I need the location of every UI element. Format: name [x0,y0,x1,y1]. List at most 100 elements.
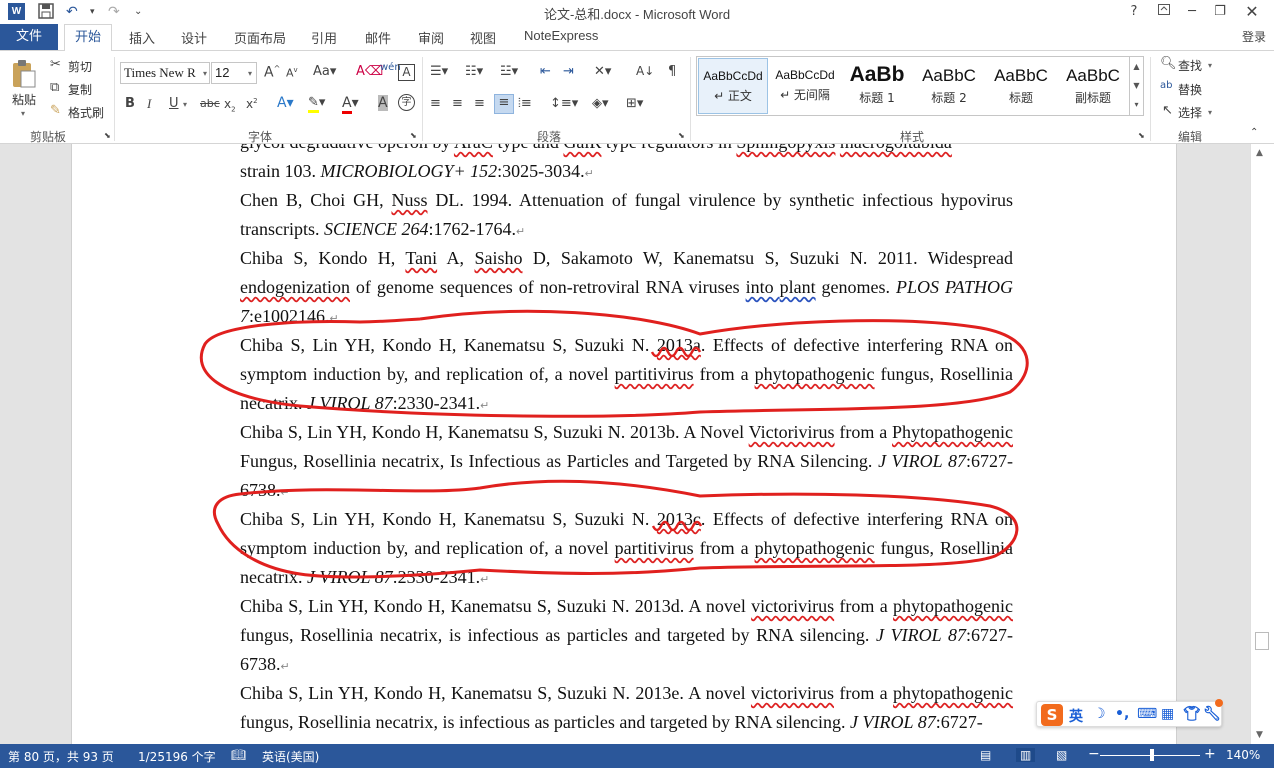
minimize-icon[interactable]: ─ [1180,2,1204,22]
tab-review[interactable]: 审阅 [418,28,444,47]
bold-icon[interactable]: B [125,96,135,111]
web-layout-icon[interactable]: ▧ [1056,748,1067,762]
font-size-dropdown-icon[interactable]: ▾ [248,69,252,78]
justify-icon[interactable]: ≡ [494,94,514,114]
reference-paragraph[interactable]: Chiba S, Kondo H, Tani A, Saisho D, Saka… [240,244,1013,334]
underline-icon[interactable]: U [169,96,179,111]
reference-paragraph[interactable]: glycol degradative operon by AraC type a… [240,144,1013,189]
sogou-logo-icon[interactable]: S [1041,704,1063,726]
find-dropdown-icon[interactable]: ▾ [1208,61,1212,70]
copy-button[interactable]: 复制 [68,81,92,98]
underline-dropdown-icon[interactable]: ▾ [183,100,187,109]
align-left-icon[interactable]: ≡ [430,96,441,111]
read-mode-icon[interactable]: ▤ [980,748,991,762]
zoom-level[interactable]: 140% [1226,748,1260,762]
align-center-icon[interactable]: ≡ [452,96,463,111]
line-spacing-icon[interactable]: ↕≡▾ [550,96,578,111]
help-button[interactable]: ? [1122,2,1146,22]
sort-icon[interactable]: A↓ [636,64,654,78]
subscript-icon[interactable]: x2 [224,97,236,113]
tab-mailings[interactable]: 邮件 [365,28,391,47]
borders-icon[interactable]: ⊞▾ [626,96,643,111]
print-layout-icon[interactable]: ▥ [1016,748,1036,762]
shrink-font-icon[interactable]: Av [286,66,298,80]
close-icon[interactable]: ✕ [1240,2,1264,22]
change-case-icon[interactable]: Aa▾ [313,64,336,79]
styles-more-icon[interactable]: ▾ [1130,95,1143,114]
paste-icon[interactable] [10,59,38,89]
style-title[interactable]: AaBbC 标题 [986,58,1056,114]
find-icon[interactable]: 🔍︎ [1160,56,1177,71]
document-page[interactable]: glycol degradative operon by AraC type a… [71,144,1177,744]
tab-layout[interactable]: 页面布局 [234,28,286,47]
zoom-out-button[interactable]: − [1088,746,1100,762]
font-name-dropdown-icon[interactable]: ▾ [203,69,207,78]
paragraph-launcher-icon[interactable]: ⬊ [678,131,685,140]
cut-icon[interactable]: ✂ [50,57,61,72]
zoom-in-button[interactable]: + [1204,746,1216,762]
align-right-icon[interactable]: ≡ [474,96,485,111]
styles-scroll-up-icon[interactable]: ▲ [1130,57,1143,76]
tab-noteexpress[interactable]: NoteExpress [524,28,598,43]
ribbon-display-icon[interactable] [1152,2,1176,22]
decrease-indent-icon[interactable]: ⇤ [540,64,551,79]
highlight-icon[interactable]: ✎▾ [308,95,325,113]
select-icon[interactable]: ↖ [1162,103,1173,118]
grow-font-icon[interactable]: A^ [264,64,280,81]
font-launcher-icon[interactable]: ⬊ [410,131,417,140]
character-shading-icon[interactable]: A [378,95,388,111]
settings-icon[interactable]: 🔧︎ [1203,706,1221,722]
skin-icon[interactable]: 👕︎ [1183,706,1201,722]
style-heading2[interactable]: AaBbC 标题 2 [914,58,984,114]
style-normal[interactable]: AaBbCcDd ↵ 正文 [698,58,768,114]
reference-paragraph[interactable]: Chiba S, Lin YH, Kondo H, Kanematsu S, S… [240,592,1013,682]
styles-scroll-down-icon[interactable]: ▼ [1130,76,1143,95]
vertical-scrollbar[interactable]: ▲ ▼ [1250,144,1274,744]
scroll-down-icon[interactable]: ▼ [1256,730,1263,740]
punctuation-icon[interactable]: •, [1115,706,1129,722]
shading-icon[interactable]: ◈▾ [592,96,609,111]
clipboard-launcher-icon[interactable]: ⬊ [104,131,111,140]
sogou-ime-toolbar[interactable]: S 英 ☽ •, ⌨ ▦ 👕︎ 🔧︎ [1036,699,1223,727]
scroll-up-icon[interactable]: ▲ [1256,148,1263,158]
paste-dropdown-icon[interactable]: ▾ [21,109,25,118]
styles-scroll[interactable]: ▲ ▼ ▾ [1130,56,1144,116]
text-effects-icon[interactable]: A▾ [277,95,294,111]
restore-icon[interactable]: ❐ [1208,2,1232,22]
scroll-thumb[interactable] [1255,632,1269,650]
reference-paragraph[interactable]: Chiba S, Lin YH, Kondo H, Kanematsu S, S… [240,331,1013,421]
tab-file[interactable]: 文件 [0,24,58,50]
superscript-icon[interactable]: x2 [246,97,258,111]
tab-insert[interactable]: 插入 [129,28,155,47]
styles-launcher-icon[interactable]: ⬊ [1138,131,1145,140]
character-border-icon[interactable]: A [398,64,415,81]
style-heading1[interactable]: AaBb 标题 1 [842,58,912,114]
chinese-layout-icon[interactable]: ✕▾ [594,64,611,79]
ime-mode-toggle[interactable]: 英 [1069,706,1083,726]
distributed-icon[interactable]: ⦙≡ [518,96,532,111]
paste-button[interactable]: 粘贴 [12,91,36,108]
numbering-icon[interactable]: ☷▾ [465,64,483,79]
copy-icon[interactable]: ⧉ [50,80,59,95]
show-marks-icon[interactable]: ¶ [668,64,676,79]
tab-view[interactable]: 视图 [470,28,496,47]
reference-paragraph[interactable]: Chiba S, Lin YH, Kondo H, Kanematsu S, S… [240,679,1013,737]
word-count[interactable]: 1/25196 个字 [138,748,216,765]
replace-button[interactable]: 替换 [1178,81,1202,98]
format-painter-button[interactable]: 格式刷 [68,104,104,121]
multilevel-list-icon[interactable]: ☳▾ [500,64,518,79]
style-no-spacing[interactable]: AaBbCcDd ↵ 无间隔 [770,58,840,114]
page-count[interactable]: 第 80 页，共 93 页 [8,748,114,765]
reference-paragraph[interactable]: Chiba S, Lin YH, Kondo H, Kanematsu S, S… [240,418,1013,508]
bullets-icon[interactable]: ☰▾ [430,64,448,79]
select-dropdown-icon[interactable]: ▾ [1208,108,1212,117]
tab-design[interactable]: 设计 [181,28,207,47]
toolbox-icon[interactable]: ▦ [1161,706,1174,722]
style-subtitle[interactable]: AaBbC 副标题 [1058,58,1128,114]
language-indicator[interactable]: 英语(美国) [262,748,319,765]
halfwidth-icon[interactable]: ☽ [1093,706,1106,722]
reference-paragraph[interactable]: Chen B, Choi GH, Nuss DL. 1994. Attenuat… [240,186,1013,247]
tab-home[interactable]: 开始 [64,24,112,51]
replace-icon[interactable]: ab [1160,80,1172,91]
select-button[interactable]: 选择 [1178,104,1202,121]
